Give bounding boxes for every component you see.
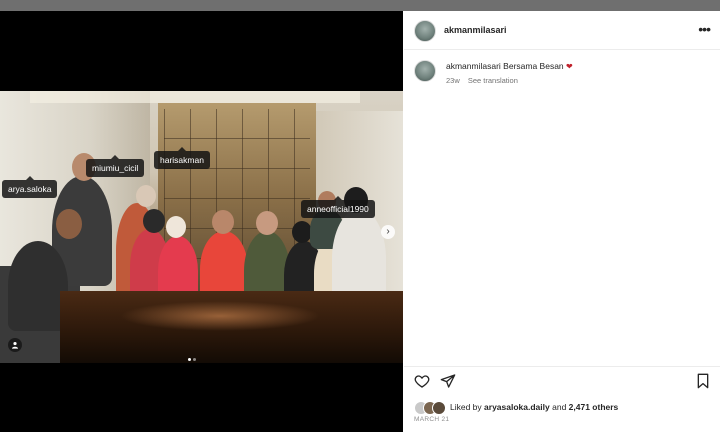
liked-by-prefix: Liked by: [450, 402, 482, 412]
photo-ceiling-light: [30, 91, 360, 103]
paper-plane-icon[interactable]: [440, 373, 456, 394]
liked-by-text: Liked by aryasaloka.daily and 2,471 othe…: [450, 402, 618, 412]
see-translation-link[interactable]: See translation: [468, 76, 518, 85]
caption-text: Bersama Besan: [503, 61, 564, 71]
photo-person: [8, 241, 68, 331]
divider: [404, 366, 720, 367]
carousel-indicator: [187, 348, 197, 366]
post-sidebar: akmanmilasari ••• akmanmilasari Bersama …: [404, 11, 720, 432]
bookmark-icon[interactable]: [696, 373, 710, 394]
user-tag-icon[interactable]: [8, 338, 22, 352]
post-header: akmanmilasari •••: [404, 11, 720, 50]
photo-person-head: [136, 185, 156, 207]
carousel-dot: [193, 358, 196, 361]
photo-person-head: [256, 211, 278, 235]
liked-by-and: and: [552, 402, 567, 412]
username-link[interactable]: akmanmilasari: [444, 25, 507, 35]
liked-by-others[interactable]: 2,471 others: [569, 402, 619, 412]
photo-person-head: [143, 209, 165, 233]
photo-table: [60, 291, 403, 363]
heart-emoji-icon: ❤: [566, 62, 573, 71]
more-options-icon[interactable]: •••: [698, 21, 711, 37]
post-date: MARCH 21: [414, 416, 450, 423]
user-tag-arya[interactable]: arya.saloka: [2, 176, 58, 198]
liked-by-user[interactable]: aryasaloka.daily: [484, 402, 550, 412]
user-tag-anne[interactable]: anneofficial1990: [301, 196, 375, 218]
avatar: [432, 401, 446, 415]
post-photo[interactable]: [0, 91, 403, 363]
user-tag-miumiu[interactable]: miumiu_cicil: [86, 155, 145, 177]
media-panel: arya.saloka miumiu_cicil harisakman anne…: [0, 11, 403, 432]
caption-meta: 23w See translation: [446, 76, 518, 85]
caption-avatar[interactable]: [414, 60, 436, 82]
chevron-right-icon[interactable]: ›: [381, 225, 395, 239]
heart-icon[interactable]: [414, 373, 430, 394]
user-tag-haris[interactable]: harisakman: [154, 147, 210, 169]
caption-username[interactable]: akmanmilasari: [446, 61, 501, 71]
top-bar: [0, 0, 720, 11]
photo-person-head: [56, 209, 82, 239]
caption: akmanmilasari Bersama Besan ❤: [446, 61, 573, 71]
carousel-dot-active: [188, 358, 191, 361]
photo-person-head: [212, 210, 234, 234]
avatar[interactable]: [414, 20, 436, 42]
photo-person-head: [166, 216, 186, 238]
photo-person-head: [292, 221, 312, 243]
post-age: 23w: [446, 76, 460, 85]
